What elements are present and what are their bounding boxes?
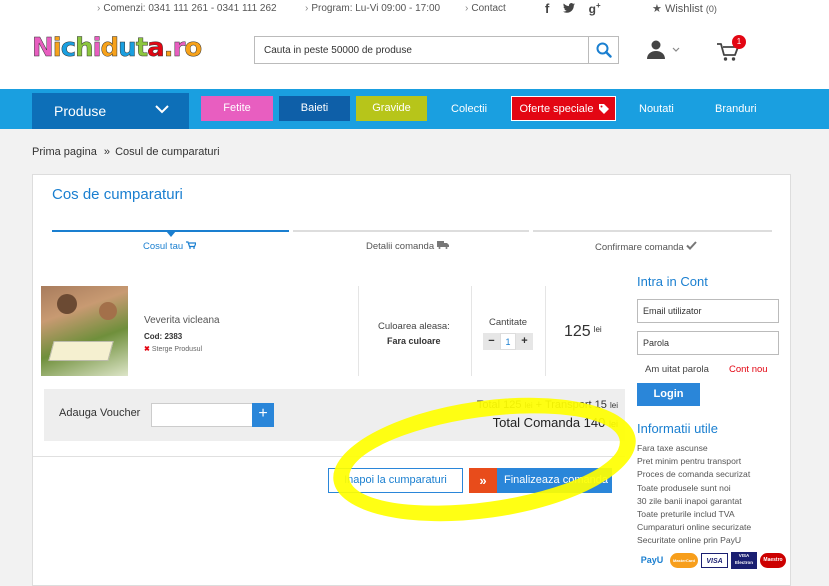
nav-baieti[interactable]: Baieti [279,96,350,121]
products-menu-button[interactable]: Produse [32,93,189,129]
maestro-logo: Maestro [760,553,786,568]
tag-icon [599,104,609,114]
cart-icon [185,241,197,252]
info-item: Toate preturile includ TVA [637,508,735,519]
user-icon [647,40,680,59]
social-links: f g+ [545,1,611,16]
login-title: Intra in Cont [637,274,708,289]
search-icon [596,42,612,58]
step-detalii-comanda: Detalii comanda [366,241,449,252]
checkmark-icon [686,241,698,253]
cart-panel: Cos de cumparaturi Cosul tau Detalii com… [32,174,791,586]
page-title: Cos de cumparaturi [52,186,183,203]
truck-icon [436,241,449,252]
quantity-increase-button[interactable]: + [516,333,533,350]
facebook-icon[interactable]: f [545,1,549,16]
quantity-decrease-button[interactable]: − [483,333,500,350]
quantity-stepper: − 1 + [483,333,533,350]
divider [358,286,359,376]
new-account-link[interactable]: Cont nou [729,364,768,375]
twitter-icon[interactable] [562,1,579,16]
voucher-input[interactable] [151,403,253,427]
step-bar [533,230,772,232]
breadcrumb: Prima pagina » Cosul de cumparaturi [32,146,220,158]
color-value: Fara culoare [387,336,441,346]
info-item: Securitate online prin PayU [637,535,742,546]
top-info-bar: › Comenzi: 0341 111 261 - 0341 111 262 › P… [0,0,829,18]
contact-link[interactable]: › Contact [465,3,506,14]
step-pointer [166,231,176,237]
visa-logo: VISA [701,553,728,568]
info-item: Cumparaturi online securizate [637,522,752,533]
color-label: Culoarea aleasa: [378,321,450,332]
quantity-label: Cantitate [489,317,528,328]
breadcrumb-current: Cosul de cumparaturi [115,146,220,158]
nav-oferte-speciale[interactable]: Oferte speciale [511,96,616,121]
site-logo[interactable]: Nichiduta.ro [32,33,203,64]
main-nav: Produse Fetite Baieti Gravide Colectii O… [0,89,829,129]
wishlist-link[interactable]: ★ Wishlist (0) [652,2,717,15]
step-cosul-tau[interactable]: Cosul tau [143,241,197,252]
payment-logos: PayU MasterCard VISA VISA Electron Maest… [637,552,786,569]
login-button[interactable]: Login [637,383,700,406]
product-code: Cod: 2383 [144,332,183,341]
password-field[interactable] [637,331,779,355]
forgot-password-link[interactable]: Am uitat parola [645,364,709,375]
info-item: Pret minim pentru transport [637,456,742,467]
phones-info: › Comenzi: 0341 111 261 - 0341 111 262 [97,3,277,14]
chevron-down-icon [155,105,169,114]
schedule-info: › Program: Lu-Vi 09:00 - 17:00 [305,3,441,14]
divider [471,286,472,376]
remove-product-link[interactable]: ✖ Sterge Produsul [144,345,202,353]
quantity-value[interactable]: 1 [500,333,516,350]
item-price: 125 lei [564,323,602,340]
nav-colectii[interactable]: Colectii [451,103,487,115]
info-item: Toate produsele sunt noi [637,482,731,493]
nav-fetite[interactable]: Fetite [201,96,273,121]
visa-electron-logo: VISA Electron [731,552,757,569]
voucher-add-button[interactable]: + [252,403,274,427]
payu-logo: PayU [637,553,667,568]
info-item: 30 zile banii inapoi garantat [637,495,742,506]
nav-branduri[interactable]: Branduri [715,103,757,115]
nav-noutati[interactable]: Noutati [639,103,674,115]
step-confirmare-comanda: Confirmare comanda [595,241,698,253]
site-header: Nichiduta.ro 1 [0,18,829,89]
search-box [254,36,619,64]
account-menu[interactable] [646,40,680,65]
voucher-label: Adauga Voucher [59,407,141,419]
star-icon: ★ [652,3,662,15]
google-plus-icon[interactable]: g+ [589,1,601,16]
product-name[interactable]: Veverita vicleana [144,315,220,326]
breadcrumb-home[interactable]: Prima pagina [32,146,97,158]
step-bar [293,230,529,232]
product-image[interactable] [41,286,128,376]
info-item: Fara taxe ascunse [637,443,708,453]
email-field[interactable] [637,299,779,323]
cart-count-badge: 1 [732,35,746,49]
search-input[interactable] [255,37,585,63]
nav-gravide[interactable]: Gravide [356,96,427,121]
info-list: Fara taxe ascunse Pret minim pentru tran… [637,443,751,549]
mastercard-logo: MasterCard [670,553,698,568]
info-item: Proces de comanda securizat [637,469,751,480]
info-title: Informatii utile [637,421,718,436]
search-button[interactable] [588,37,618,63]
divider [545,286,546,376]
remove-icon: ✖ [144,346,150,353]
